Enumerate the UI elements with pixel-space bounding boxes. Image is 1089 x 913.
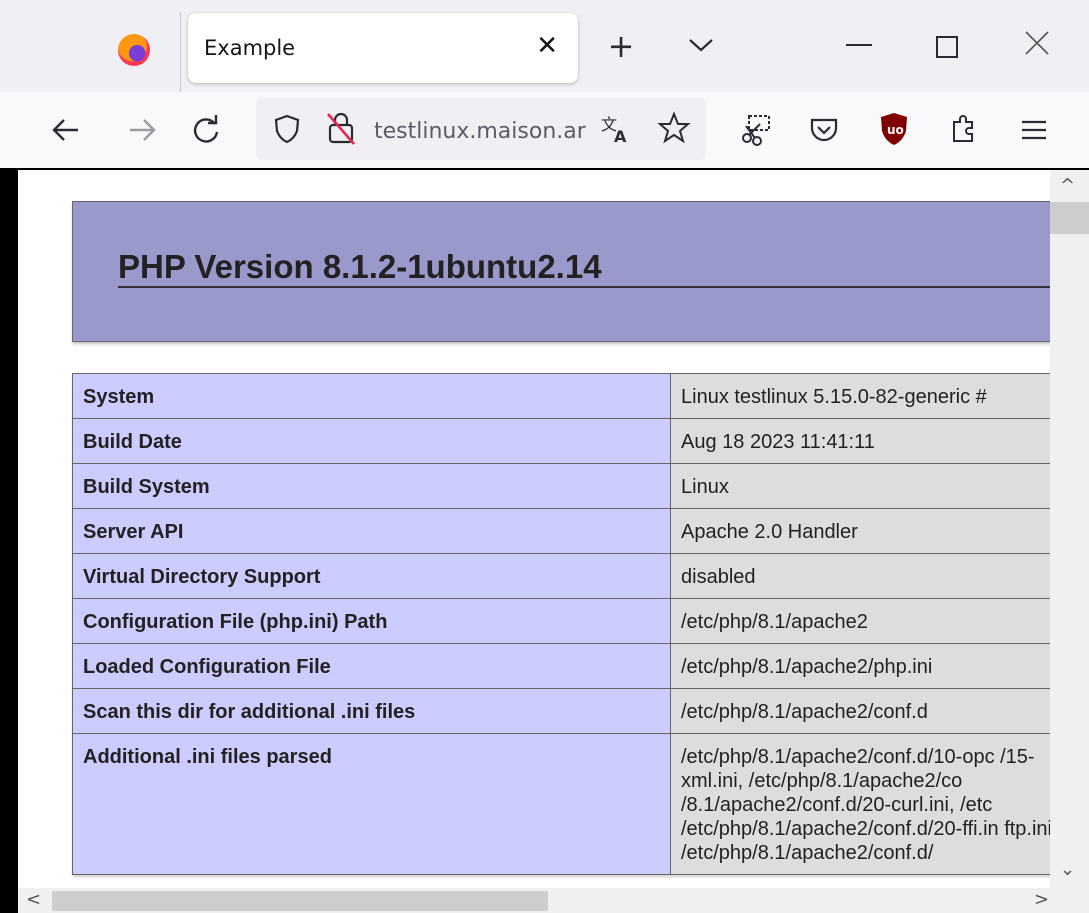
row-value: /etc/php/8.1/apache2 [670,598,1050,644]
table-row: Scan this dir for additional .ini files … [72,688,1050,734]
table-row: Configuration File (php.ini) Path /etc/p… [72,598,1050,644]
row-label: Loaded Configuration File [72,643,671,689]
close-window-button[interactable] [1022,22,1052,72]
tab-separator [180,12,181,92]
table-row: System Linux testlinux 5.15.0-82-generic… [72,373,1050,419]
horizontal-scroll-thumb[interactable] [52,891,548,911]
row-value: Aug 18 2023 11:41:11 [670,418,1050,464]
page-viewport[interactable]: PHP Version 8.1.2-1ubuntu2.14 System Lin… [18,170,1050,888]
chevron-down-icon [689,39,713,52]
svg-text:uo: uo [887,123,904,137]
tab-example[interactable]: Example ✕ [188,13,578,83]
row-value: disabled [670,553,1050,599]
ublock-icon[interactable]: uo [876,110,912,146]
table-row: Build Date Aug 18 2023 11:41:11 [72,418,1050,464]
row-label: Configuration File (php.ini) Path [72,598,671,644]
row-value: /etc/php/8.1/apache2/php.ini [670,643,1050,689]
row-label: Virtual Directory Support [72,553,671,599]
shield-icon[interactable] [270,112,306,148]
page-title: PHP Version 8.1.2-1ubuntu2.14 [118,248,602,285]
scroll-up-icon[interactable]: ^ [1060,176,1075,196]
horizontal-scrollbar[interactable]: < > [18,888,1089,913]
row-label: Scan this dir for additional .ini files [72,688,671,734]
svg-text:A: A [614,127,627,146]
row-label: Build System [72,463,671,509]
title-bar: Example ✕ + [0,0,1089,92]
row-label: System [72,373,671,419]
tab-close-icon[interactable]: ✕ [536,31,558,61]
menu-icon[interactable] [1016,112,1052,148]
pocket-icon[interactable] [806,112,842,148]
list-all-tabs-button[interactable] [684,30,718,60]
translate-icon[interactable]: 文A [600,112,636,148]
table-row: Server API Apache 2.0 Handler [72,508,1050,554]
firefox-icon[interactable] [118,34,150,66]
screenshot-icon[interactable] [738,112,774,148]
minimize-button[interactable] [846,44,872,46]
scroll-right-icon[interactable]: > [1034,890,1049,910]
url-bar[interactable]: testlinux.maison.ar 文A [256,98,706,160]
back-icon[interactable] [48,112,84,148]
maximize-button[interactable] [936,36,958,58]
close-icon [1025,31,1049,55]
vertical-scroll-thumb[interactable] [1050,202,1089,234]
row-label: Additional .ini files parsed [72,733,671,875]
row-value: /etc/php/8.1/apache2/conf.d [670,688,1050,734]
forward-icon[interactable] [124,112,160,148]
tab-title: Example [204,36,296,60]
url-text[interactable]: testlinux.maison.ar [374,119,589,144]
table-row: Virtual Directory Support disabled [72,553,1050,599]
php-info-table: System Linux testlinux 5.15.0-82-generic… [72,373,1050,875]
row-value: /etc/php/8.1/apache2/conf.d/10-opc /15-x… [670,733,1050,875]
insecure-lock-icon[interactable] [324,110,360,146]
scroll-left-icon[interactable]: < [26,890,41,910]
new-tab-button[interactable]: + [606,28,636,64]
title-underline [118,286,1050,288]
table-row: Additional .ini files parsed /etc/php/8.… [72,733,1050,875]
scroll-down-icon[interactable]: ⌄ [1060,860,1075,880]
row-value-text: /etc/php/8.1/apache2/conf.d/10-opc /15-x… [681,746,1050,864]
bookmark-star-icon[interactable] [656,110,692,146]
row-value: Linux [670,463,1050,509]
row-label: Build Date [72,418,671,464]
row-value: Apache 2.0 Handler [670,508,1050,554]
extensions-icon[interactable] [946,110,982,146]
navigation-toolbar: testlinux.maison.ar 文A uo [0,92,1089,168]
php-version-header: PHP Version 8.1.2-1ubuntu2.14 [72,201,1050,342]
row-label: Server API [72,508,671,554]
table-row: Loaded Configuration File /etc/php/8.1/a… [72,643,1050,689]
vertical-scrollbar[interactable]: ^ ⌄ [1050,170,1089,888]
reload-icon[interactable] [188,112,224,148]
row-value: Linux testlinux 5.15.0-82-generic # [670,373,1050,419]
table-row: Build System Linux [72,463,1050,509]
